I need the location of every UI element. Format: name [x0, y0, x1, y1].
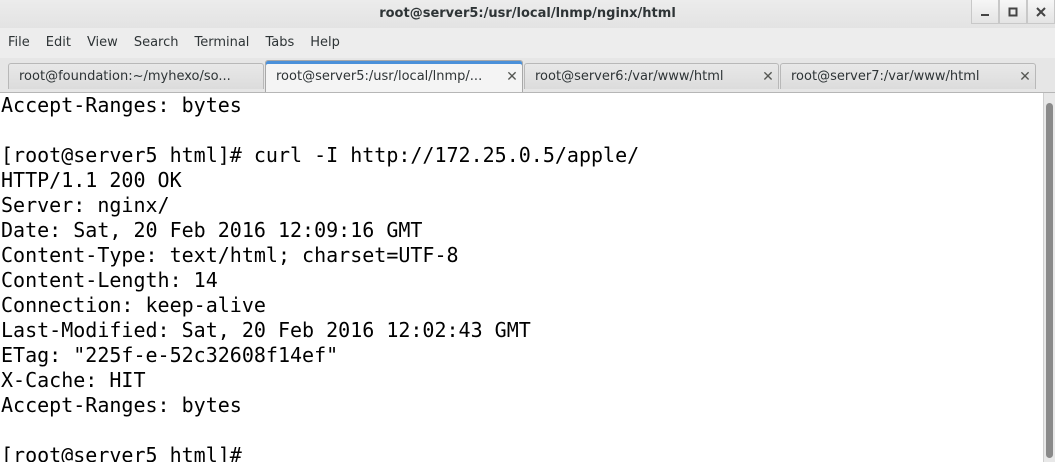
terminal-line: HTTP/1.1 200 OK [1, 168, 182, 192]
terminal-line: [root@server5 html]# curl -I http://172.… [1, 143, 640, 167]
menu-help[interactable]: Help [302, 28, 348, 58]
terminal-line: Last-Modified: Sat, 20 Feb 2016 12:02:43… [1, 318, 531, 342]
tab-server5[interactable]: root@server5:/usr/local/lnmp/... ✕ [265, 60, 523, 92]
terminal-line: Server: nginx/ [1, 193, 170, 217]
terminal-line: Content-Length: 14 [1, 268, 218, 292]
tab-bar: root@foundation:~/myhexo/so... root@serv… [0, 58, 1055, 93]
tab-close-icon[interactable]: ✕ [502, 69, 522, 85]
tab-foundation[interactable]: root@foundation:~/myhexo/so... [8, 63, 264, 89]
window-title: root@server5:/usr/local/lnmp/nginx/html [379, 6, 676, 21]
menu-bar: File Edit View Search Terminal Tabs Help [0, 28, 1055, 58]
terminal-window: root@server5:/usr/local/lnmp/nginx/html … [0, 0, 1055, 462]
scrollbar-thumb[interactable] [1046, 103, 1053, 458]
tab-label: root@server5:/usr/local/lnmp/... [276, 69, 483, 84]
menu-tabs[interactable]: Tabs [257, 28, 302, 58]
terminal-line: Content-Type: text/html; charset=UTF-8 [1, 243, 459, 267]
tab-label: root@foundation:~/myhexo/so... [19, 69, 231, 84]
tab-server7[interactable]: root@server7:/var/www/html ✕ [780, 63, 1036, 89]
close-icon [1036, 6, 1046, 17]
tab-close-icon[interactable]: ✕ [758, 69, 778, 85]
terminal-prompt-line: [root@server5 html]# [1, 443, 254, 462]
terminal-line: Accept-Ranges: bytes [1, 93, 242, 117]
tab-close-icon[interactable]: ✕ [1015, 69, 1035, 85]
menu-view[interactable]: View [79, 28, 126, 58]
terminal-line: Accept-Ranges: bytes [1, 393, 242, 417]
window-controls [971, 0, 1055, 26]
terminal-line: Date: Sat, 20 Feb 2016 12:09:16 GMT [1, 218, 423, 242]
close-button[interactable] [1027, 0, 1055, 24]
terminal-line: Connection: keep-alive [1, 293, 266, 317]
terminal-scrollbar[interactable] [1043, 93, 1055, 462]
title-bar[interactable]: root@server5:/usr/local/lnmp/nginx/html [0, 0, 1055, 28]
tab-label: root@server7:/var/www/html [791, 69, 980, 84]
minimize-icon [981, 13, 989, 16]
terminal-output[interactable]: Accept-Ranges: bytes [root@server5 html]… [0, 93, 1043, 462]
terminal-line: ETag: "225f-e-52c32608f14ef" [1, 343, 339, 367]
tab-server6[interactable]: root@server6:/var/www/html ✕ [524, 63, 779, 89]
terminal-line: X-Cache: HIT [1, 368, 146, 392]
menu-file[interactable]: File [0, 28, 38, 58]
minimize-button[interactable] [971, 0, 999, 24]
maximize-button[interactable] [999, 0, 1027, 24]
maximize-icon [1008, 7, 1018, 16]
menu-search[interactable]: Search [126, 28, 187, 58]
tab-label: root@server6:/var/www/html [535, 69, 724, 84]
menu-edit[interactable]: Edit [38, 28, 79, 58]
menu-terminal[interactable]: Terminal [186, 28, 257, 58]
